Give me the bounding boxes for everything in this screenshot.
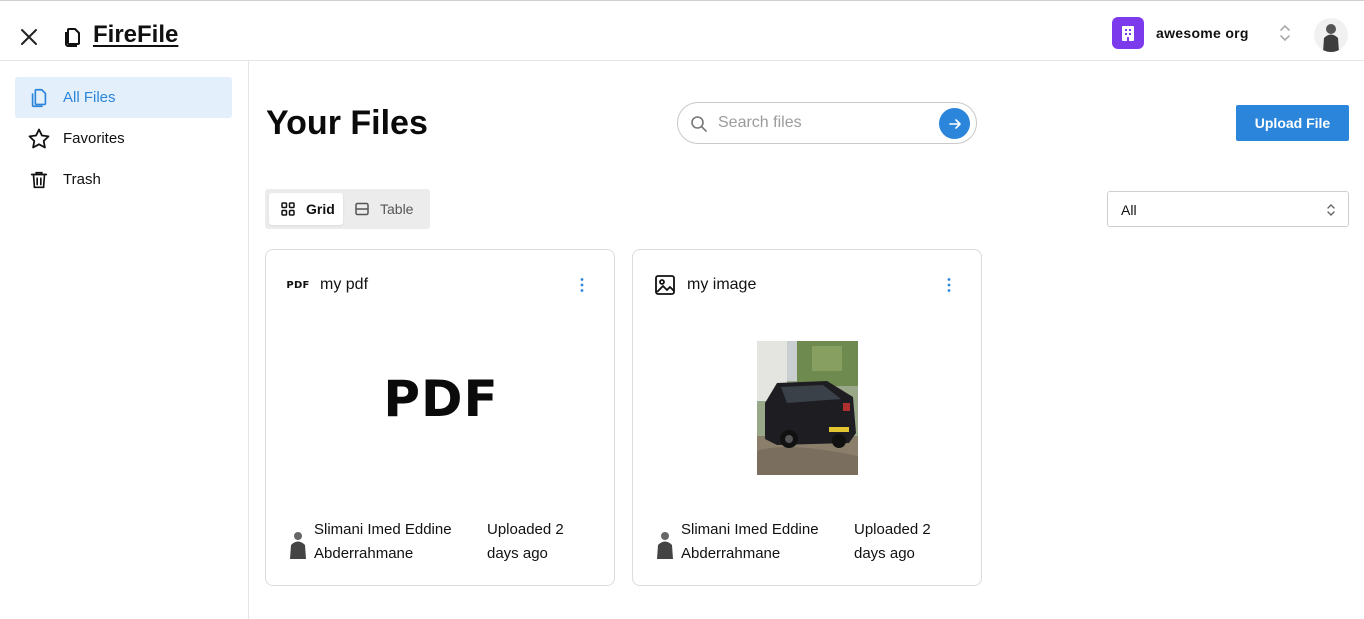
search-icon xyxy=(690,115,708,133)
search-input[interactable] xyxy=(718,111,933,135)
more-vertical-icon[interactable] xyxy=(578,277,586,293)
filter-value: All xyxy=(1121,202,1137,218)
file-title: my image xyxy=(687,276,757,293)
top-header: FireFile awesome org xyxy=(0,0,1364,61)
chevron-up-down-icon xyxy=(1278,23,1292,43)
search-submit-button[interactable] xyxy=(939,108,970,139)
files-icon xyxy=(27,86,51,110)
files-logo-icon xyxy=(60,25,84,49)
trash-icon xyxy=(27,168,51,192)
pdf-preview-text: PDF xyxy=(383,370,499,428)
upload-date: Uploaded 2 days ago xyxy=(854,521,931,562)
owner-name: Slimani Imed Eddine Abderrahmane xyxy=(681,521,819,562)
file-card[interactable]: my image Slimani Imed Eddine Abderrahman… xyxy=(632,249,982,586)
card-header: my image xyxy=(654,274,756,296)
sidebar-item-all-files[interactable]: All Files xyxy=(15,77,232,118)
grid-label: Grid xyxy=(306,201,335,217)
owner-avatar xyxy=(654,529,676,559)
image-preview[interactable] xyxy=(757,341,858,475)
pdf-preview: PDF xyxy=(266,370,616,428)
page-title: Your Files xyxy=(266,104,428,142)
owner-avatar xyxy=(287,529,309,559)
card-footer: Slimani Imed Eddine Abderrahmane Uploade… xyxy=(654,518,964,568)
org-name: awesome org xyxy=(1156,25,1249,41)
owner-name: Slimani Imed Eddine Abderrahmane xyxy=(314,521,452,562)
star-icon xyxy=(27,127,51,151)
sidebar-item-label: All Files xyxy=(63,89,116,106)
sidebar-item-favorites[interactable]: Favorites xyxy=(15,118,232,159)
org-switcher[interactable]: awesome org xyxy=(1112,17,1300,49)
sidebar-item-label: Favorites xyxy=(63,130,125,147)
tab-grid[interactable]: Grid xyxy=(269,193,343,225)
building-icon xyxy=(1112,17,1144,49)
more-vertical-icon[interactable] xyxy=(945,277,953,293)
upload-date: Uploaded 2 days ago xyxy=(487,521,564,562)
upload-file-button[interactable]: Upload File xyxy=(1236,105,1349,141)
chevron-up-down-icon xyxy=(1326,202,1336,218)
search-bar xyxy=(677,102,977,144)
image-icon xyxy=(654,274,676,296)
file-card[interactable]: PDF my pdf PDF Slimani Imed Eddine Abder… xyxy=(265,249,615,586)
pdf-icon: PDF xyxy=(286,279,310,291)
table-icon xyxy=(354,201,370,217)
table-label: Table xyxy=(380,201,414,217)
arrow-right-icon xyxy=(948,118,961,129)
sidebar-item-label: Trash xyxy=(63,171,101,188)
tab-table[interactable]: Table xyxy=(349,193,425,225)
file-title: my pdf xyxy=(320,276,369,293)
user-avatar[interactable] xyxy=(1314,18,1348,52)
close-icon[interactable] xyxy=(17,25,41,49)
file-type-filter-select[interactable]: All xyxy=(1107,191,1349,227)
sidebar: All Files Favorites Trash xyxy=(0,61,249,619)
view-toggle: Grid Table xyxy=(265,189,430,229)
sidebar-item-trash[interactable]: Trash xyxy=(15,159,232,200)
brand-link[interactable]: FireFile xyxy=(93,21,178,49)
grid-icon xyxy=(280,201,296,217)
card-footer: Slimani Imed Eddine Abderrahmane Uploade… xyxy=(287,518,597,568)
card-header: PDF my pdf xyxy=(286,274,369,296)
